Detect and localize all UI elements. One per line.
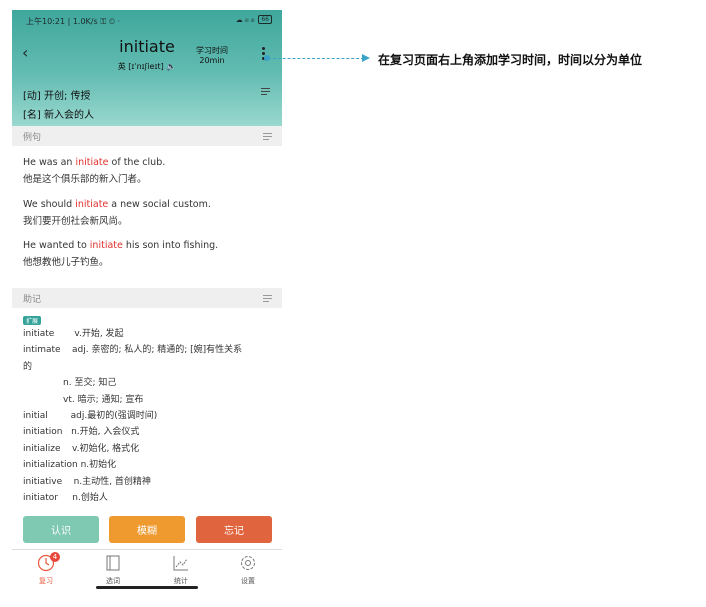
phone-screen: 上午10:21 | 1.0K/s ⚿ ⏲ · ☁ ᵢₗₗ ᵢₗₗ 66 ‹ in… [12,10,282,597]
memo-line: initial adj.最初的(强调时间) [23,411,158,422]
battery-icon: 66 [258,15,272,24]
memo-line: initiate v.开始, 发起 [23,329,124,339]
memo-line: intimate adj. 亲密的; 私人的; 精通的; [婉]有性关系 [23,345,243,356]
know-button[interactable]: 认识 [23,516,99,543]
tab-label: 选词 [106,577,120,585]
memo-line: n. 至交; 知己 [23,378,117,389]
highlight-word: initiate [89,240,123,251]
review-badge: 4 [50,552,60,562]
gear-icon [241,556,255,570]
memo-line: initiation n.开始, 入会仪式 [23,427,140,438]
memo-section-header[interactable]: 助记 [12,288,282,308]
highlight-word: initiate [75,157,109,168]
word-header: 上午10:21 | 1.0K/s ⚿ ⏲ · ☁ ᵢₗₗ ᵢₗₗ 66 ‹ in… [12,10,282,126]
sort-icon[interactable] [263,295,272,304]
memo-line: initialize v.初始化, 格式化 [23,443,140,454]
phonetic-audio[interactable]: 英 [ɪˈnɪʃieɪt] 🔈 [12,61,282,72]
tab-label: 复习 [39,577,53,585]
examples-section-header[interactable]: 例句 [12,126,282,146]
example-item: He was an initiate of the club. 他是这个俱乐部的… [23,154,165,188]
status-time: 上午10:21 | 1.0K/s ⚿ ⏲ · [26,17,121,26]
word-title: initiate [119,37,175,56]
examples-section-title: 例句 [23,133,42,143]
sort-icon[interactable] [261,88,270,97]
tab-label: 设置 [241,577,255,585]
signal-icon: ☁ ᵢₗₗ ᵢₗₗ [235,15,255,24]
meaning-verb: [动] 开创; 传授 [23,91,91,102]
memo-list: 扩展 initiate v.开始, 发起 intimate adj. 亲密的; … [23,316,275,506]
memo-line: 的 [23,361,33,372]
example-translation: 他想教他儿子钓鱼。 [23,257,109,268]
memo-section-title: 助记 [23,295,42,305]
bottom-tab-bar: 4 复习 选词 统计 设置 [12,549,282,597]
example-translation: 我们要开创社会新风尚。 [23,216,128,227]
forget-button[interactable]: 忘记 [196,516,272,543]
status-icons: ☁ ᵢₗₗ ᵢₗₗ 66 [236,15,272,24]
memo-line: initiative n.主动性, 首创精神 [23,476,151,487]
tab-label: 统计 [174,577,188,585]
memo-line: initialization n.初始化 [23,460,117,471]
memo-line: initiator n.创始人 [23,493,108,504]
example-item: He wanted to initiate his son into fishi… [23,237,218,271]
tab-settings[interactable]: 设置 [228,554,268,586]
tab-statistics[interactable]: 统计 [161,554,201,586]
highlight-word: initiate [75,199,109,210]
tab-review[interactable]: 4 复习 [26,552,66,586]
example-translation: 他是这个俱乐部的新入门者。 [23,174,147,185]
sort-icon[interactable] [263,133,272,142]
book-icon [106,555,120,571]
annotation-text: 在复习页面右上角添加学习时间，时间以分为单位 [378,53,643,67]
study-time-value: 20min [199,56,225,65]
callout-line [268,58,364,59]
study-time-label: 学习时间 [196,46,228,55]
example-item: We should initiate a new social custom. … [23,196,211,230]
meaning-noun: [名] 新入会的人 [23,110,94,121]
chart-icon [173,556,188,571]
expand-tag: 扩展 [23,316,42,325]
tab-select-words[interactable]: 选词 [93,554,133,586]
home-indicator[interactable] [96,586,198,589]
arrow-icon [362,54,370,62]
vague-button[interactable]: 模糊 [109,516,185,543]
memo-line: vt. 暗示; 通知; 宣布 [23,394,144,405]
study-time: 学习时间 20min [196,46,228,66]
